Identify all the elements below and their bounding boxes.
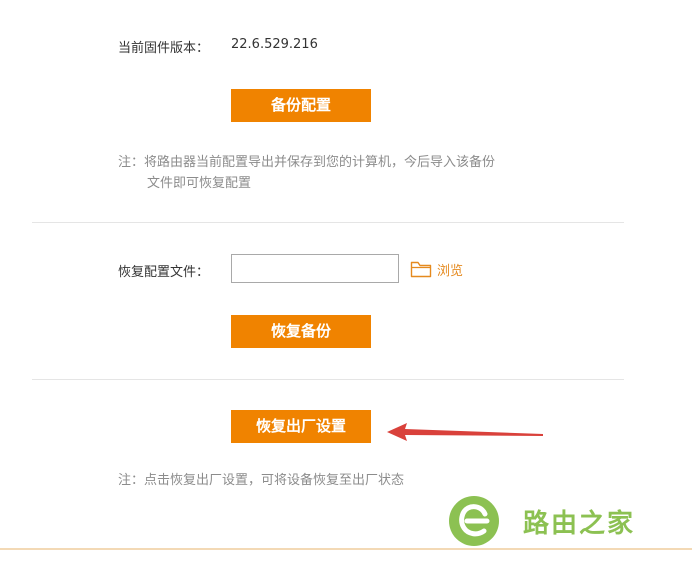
factory-reset-note: 注：点击恢复出厂设置，可将设备恢复至出厂状态 [118, 473, 405, 488]
footer-divider [0, 548, 692, 550]
folder-icon [410, 259, 432, 279]
restore-file-input[interactable] [231, 254, 399, 283]
firmware-version-value: 22.6.529.216 [231, 37, 318, 52]
red-arrow-icon [385, 420, 547, 444]
section-divider [32, 379, 624, 380]
factory-reset-button[interactable]: 恢复出厂设置 [231, 410, 371, 443]
watermark-text: 路由之家 [523, 508, 636, 539]
backup-note-line1: 注：将路由器当前配置导出并保存到您的计算机，今后导入该备份 [118, 155, 496, 170]
restore-file-label: 恢复配置文件： [118, 265, 210, 280]
restore-backup-button[interactable]: 恢复备份 [231, 315, 371, 348]
watermark: 路由之家 [447, 494, 635, 548]
e-logo-icon [447, 494, 501, 548]
section-divider [32, 222, 624, 223]
backup-config-button[interactable]: 备份配置 [231, 89, 371, 122]
browse-label: 浏览 [437, 263, 464, 279]
backup-note-line2: 文件即可恢复配置 [147, 176, 252, 191]
firmware-version-label: 当前固件版本： [118, 41, 210, 56]
browse-button[interactable]: 浏览 [410, 258, 463, 280]
